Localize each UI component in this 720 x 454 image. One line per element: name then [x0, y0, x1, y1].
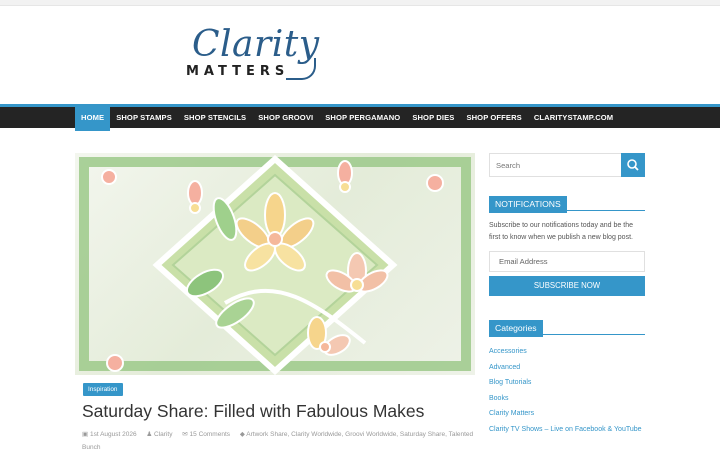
post-date[interactable]: 1st August 2026 — [90, 431, 137, 438]
main-navigation: HOME SHOP STAMPS SHOP STENCILS SHOP GROO… — [0, 104, 720, 131]
category-link[interactable]: Accessories — [489, 344, 645, 360]
main-content: Inspiration Saturday Share: Filled with … — [75, 153, 475, 454]
post-category-badge[interactable]: Inspiration — [83, 383, 123, 396]
calendar-icon: ▣ — [82, 431, 89, 438]
category-link[interactable]: Clarity Matters — [489, 406, 645, 422]
categories-title: Categories — [489, 320, 543, 337]
subscribe-button[interactable]: SUBSCRIBE NOW — [489, 276, 645, 296]
categories-widget-header: Categories — [489, 318, 645, 337]
notifications-widget-header: NOTIFICATIONS — [489, 194, 645, 213]
nav-claritystamp[interactable]: CLARITYSTAMP.COM — [528, 104, 619, 131]
sidebar: Search NOTIFICATIONS Subscribe to our no… — [489, 153, 645, 437]
search-input[interactable]: Search — [496, 161, 520, 170]
notifications-title: NOTIFICATIONS — [489, 196, 567, 213]
categories-list: Accessories Advanced Blog Tutorials Book… — [489, 344, 645, 437]
search-box[interactable]: Search — [489, 153, 645, 177]
logo-swash — [286, 58, 316, 80]
site-header: Clarity MATTERS — [0, 6, 720, 104]
post-tags[interactable]: Artwork Share, Clarity Worldwide, Groovi… — [82, 431, 473, 451]
featured-image[interactable] — [75, 153, 475, 375]
post-author[interactable]: Clarity — [154, 431, 172, 438]
category-link[interactable]: Clarity TV Shows – Live on Facebook & Yo… — [489, 422, 645, 438]
search-icon — [627, 159, 639, 171]
nav-shop-groovi[interactable]: SHOP GROOVI — [252, 104, 319, 131]
logo-word: MATTERS — [186, 64, 290, 79]
site-logo[interactable]: Clarity MATTERS — [186, 24, 326, 94]
floral-artwork — [101, 154, 444, 375]
nav-shop-offers[interactable]: SHOP OFFERS — [460, 104, 527, 131]
user-icon: ♟ — [146, 431, 153, 438]
nav-shop-pergamano[interactable]: SHOP PERGAMANO — [319, 104, 406, 131]
post-title[interactable]: Saturday Share: Filled with Fabulous Mak… — [82, 401, 475, 422]
category-link[interactable]: Books — [489, 391, 645, 407]
category-link[interactable]: Advanced — [489, 360, 645, 376]
nav-shop-stamps[interactable]: SHOP STAMPS — [110, 104, 178, 131]
tag-icon: ◆ — [239, 431, 245, 438]
search-button[interactable] — [621, 153, 645, 177]
comments-icon: ✉ — [182, 431, 188, 438]
email-field[interactable]: Email Address — [489, 251, 645, 272]
post-meta: ▣ 1st August 2026 ♟ Clarity ✉ 15 Comment… — [82, 428, 474, 454]
nav-shop-stencils[interactable]: SHOP STENCILS — [178, 104, 252, 131]
nav-home[interactable]: HOME — [75, 104, 111, 131]
post-comments[interactable]: 15 Comments — [190, 431, 230, 438]
notifications-text: Subscribe to our notifications today and… — [489, 222, 633, 241]
category-link[interactable]: Blog Tutorials — [489, 375, 645, 391]
nav-shop-dies[interactable]: SHOP DIES — [406, 104, 460, 131]
